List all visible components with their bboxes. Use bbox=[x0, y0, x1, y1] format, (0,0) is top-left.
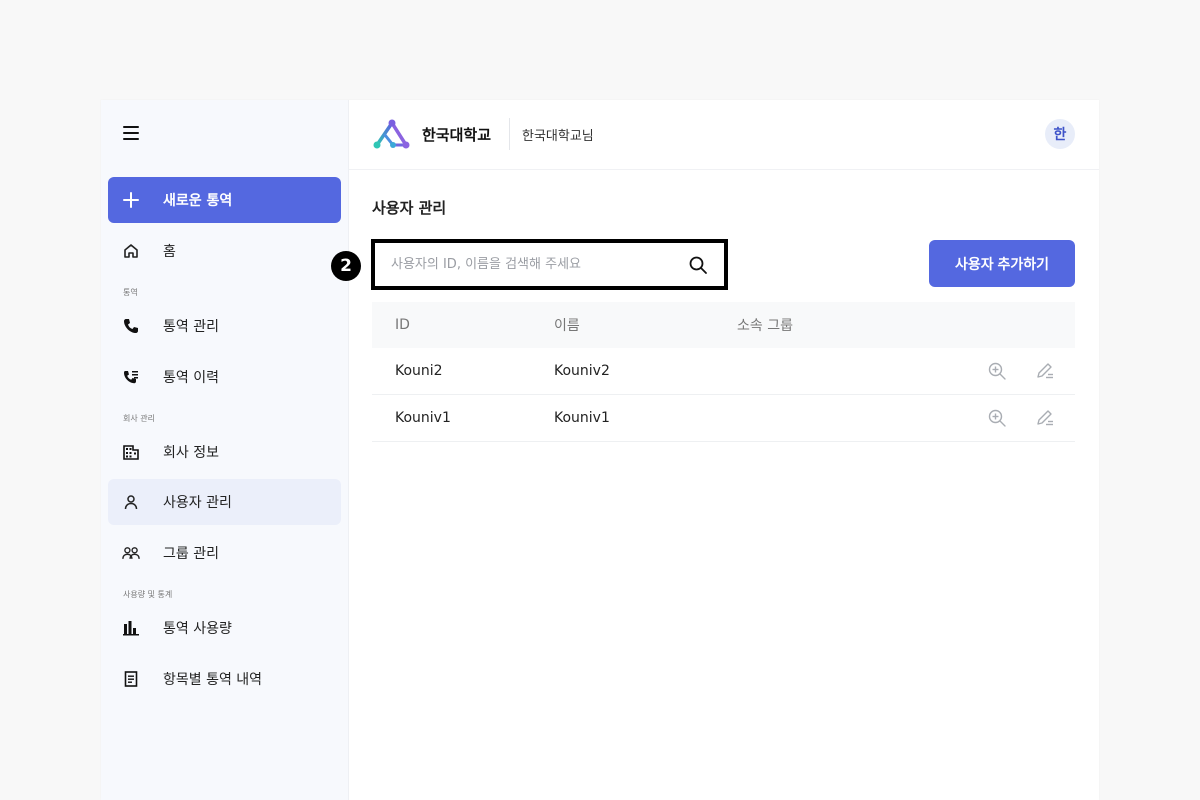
column-header-id: ID bbox=[395, 317, 410, 333]
cell-name: Kouniv1 bbox=[554, 410, 610, 426]
new-interpretation-button[interactable]: 새로운 통역 bbox=[108, 177, 341, 223]
add-user-button[interactable]: 사용자 추가하기 bbox=[929, 240, 1075, 287]
group-icon bbox=[122, 544, 140, 562]
zoom-in-icon[interactable] bbox=[987, 361, 1007, 381]
sidebar-item-interpretation-manage[interactable]: 통역 관리 bbox=[108, 303, 341, 349]
sidebar-item-label: 항목별 통역 내역 bbox=[163, 672, 263, 688]
sidebar-item-group-manage[interactable]: 그룹 관리 bbox=[108, 530, 341, 576]
section-label-company: 회사 관리 bbox=[123, 414, 155, 423]
edit-icon[interactable] bbox=[1035, 361, 1055, 381]
sidebar: 새로운 통역 홈 통역 통역 관리 통역 이력 회사 관리 회사 정보 사용자 … bbox=[101, 100, 349, 800]
search-input[interactable] bbox=[375, 243, 688, 286]
new-interpretation-label: 새로운 통역 bbox=[163, 193, 233, 209]
cell-id: Kouni2 bbox=[395, 363, 443, 379]
row-actions bbox=[987, 361, 1055, 381]
sidebar-item-label: 통역 사용량 bbox=[163, 621, 232, 637]
document-icon bbox=[122, 670, 140, 688]
sidebar-item-user-manage[interactable]: 사용자 관리 bbox=[108, 479, 341, 525]
search-box: 2 bbox=[331, 239, 728, 290]
sidebar-item-home[interactable]: 홈 bbox=[108, 228, 341, 274]
section-label-usage: 사용량 및 통계 bbox=[123, 590, 173, 599]
cell-name: Kouniv2 bbox=[554, 363, 610, 379]
user-icon bbox=[122, 493, 140, 511]
top-bar: 한국대학교 한국대학교님 한 bbox=[349, 100, 1099, 170]
app-window: 새로운 통역 홈 통역 통역 관리 통역 이력 회사 관리 회사 정보 사용자 … bbox=[101, 100, 1099, 800]
brand-logo-icon bbox=[373, 119, 410, 149]
hamburger-menu-icon[interactable] bbox=[123, 126, 139, 140]
page-title: 사용자 관리 bbox=[372, 199, 447, 217]
sidebar-item-label: 통역 이력 bbox=[163, 370, 219, 386]
edit-icon[interactable] bbox=[1035, 408, 1055, 428]
bar-chart-icon bbox=[122, 619, 140, 637]
header-user-label: 한국대학교님 bbox=[522, 129, 594, 144]
sidebar-item-company-info[interactable]: 회사 정보 bbox=[108, 429, 341, 475]
home-icon bbox=[122, 242, 140, 260]
table-row[interactable]: Kouni2 Kouniv2 bbox=[372, 348, 1075, 395]
main-content: 한국대학교 한국대학교님 한 사용자 관리 2 사용자 추가하기 ID 이름 소… bbox=[331, 100, 1099, 800]
row-actions bbox=[987, 408, 1055, 428]
zoom-in-icon[interactable] bbox=[987, 408, 1007, 428]
cell-id: Kouniv1 bbox=[395, 410, 451, 426]
brand-name: 한국대학교 bbox=[422, 126, 492, 144]
column-header-name: 이름 bbox=[554, 318, 580, 334]
sidebar-item-label: 통역 관리 bbox=[163, 319, 219, 335]
phone-history-icon bbox=[122, 368, 140, 386]
table-header: ID 이름 소속 그룹 bbox=[372, 302, 1075, 348]
sidebar-item-label: 그룹 관리 bbox=[163, 546, 219, 562]
phone-icon bbox=[122, 317, 140, 335]
header-divider bbox=[509, 118, 510, 150]
section-label-interpretation: 통역 bbox=[123, 288, 138, 297]
sidebar-item-interpretation-history[interactable]: 통역 이력 bbox=[108, 354, 341, 400]
sidebar-item-itemized-history[interactable]: 항목별 통역 내역 bbox=[108, 656, 341, 702]
building-icon bbox=[122, 443, 140, 461]
search-icon[interactable] bbox=[688, 255, 708, 275]
column-header-group: 소속 그룹 bbox=[737, 318, 793, 334]
table-row[interactable]: Kouniv1 Kouniv1 bbox=[372, 395, 1075, 442]
sidebar-item-label: 홈 bbox=[163, 244, 176, 260]
sidebar-item-label: 사용자 관리 bbox=[163, 495, 232, 511]
sidebar-item-label: 회사 정보 bbox=[163, 445, 219, 461]
user-table: ID 이름 소속 그룹 Kouni2 Kouniv2 Kouniv1 Kouni… bbox=[372, 302, 1075, 442]
avatar[interactable]: 한 bbox=[1045, 119, 1075, 149]
plus-icon bbox=[123, 192, 139, 208]
step-badge: 2 bbox=[331, 251, 361, 281]
sidebar-item-usage-stats[interactable]: 통역 사용량 bbox=[108, 605, 341, 651]
